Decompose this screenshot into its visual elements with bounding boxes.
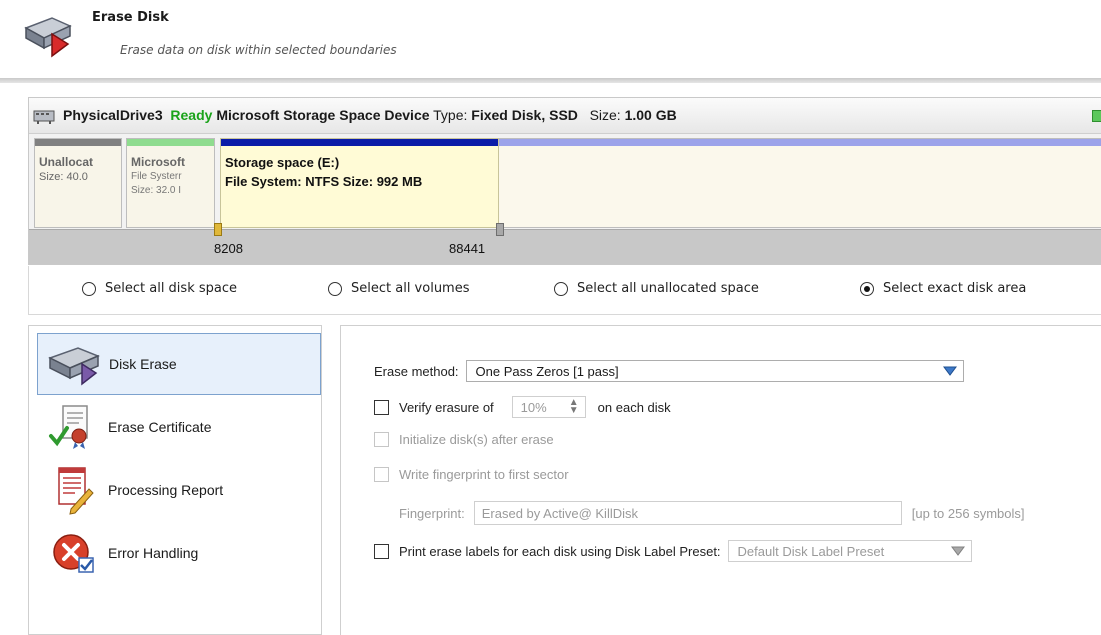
radio-select-exact-disk-area[interactable]: Select exact disk area [860, 281, 1026, 296]
initialize-disk-label: Initialize disk(s) after erase [399, 432, 554, 447]
partition-bar [221, 139, 498, 146]
disk-status-indicator [1092, 110, 1101, 122]
radio-select-all-unallocated-space[interactable]: Select all unallocated space [554, 281, 759, 296]
partition-bar [499, 139, 1101, 146]
partition-size: Size: 32.0 I [131, 185, 182, 196]
erase-method-select[interactable]: One Pass Zeros [1 pass] [465, 360, 964, 382]
verify-erasure-label: Verify erasure of [399, 399, 494, 415]
initialize-disk-row: Initialize disk(s) after erase [374, 432, 554, 447]
disk-info-line: PhysicalDrive3 Ready Microsoft Storage S… [63, 107, 677, 123]
nav-item-erase-certificate[interactable]: Erase Certificate [37, 396, 321, 458]
radio-label: Select all volumes [351, 281, 470, 296]
verify-suffix-label: on each disk [597, 399, 671, 415]
dialog-header: Erase Disk Erase data on disk within sel… [0, 0, 1101, 78]
radio-label: Select exact disk area [883, 281, 1027, 296]
disk-size-label: Size: [589, 107, 621, 123]
disk-map-panel: PhysicalDrive3 Ready Microsoft Storage S… [28, 97, 1101, 265]
write-fingerprint-checkbox[interactable] [374, 467, 389, 482]
end-sector-value: 88441 [449, 241, 486, 256]
verify-erasure-checkbox[interactable] [374, 399, 389, 415]
disk-erase-icon [48, 347, 100, 386]
disk-type-label: Type: [433, 107, 468, 123]
page-title: Erase Disk [92, 10, 169, 25]
nav-item-label: Disk Erase [109, 356, 177, 372]
print-labels-checkbox[interactable] [374, 543, 389, 559]
fingerprint-hint: [up to 256 symbols] [911, 505, 1025, 521]
start-sector-value: 8208 [214, 241, 243, 256]
radio-circle [554, 281, 568, 296]
nav-item-label: Erase Certificate [108, 419, 212, 435]
radio-circle [860, 281, 874, 296]
chevron-down-icon [937, 361, 963, 381]
partition-details: File System: NTFS Size: 992 MB [225, 174, 423, 189]
disk-info-bar: PhysicalDrive3 Ready Microsoft Storage S… [29, 98, 1101, 134]
partition-unallocated[interactable]: Unallocat Size: 40.0 [34, 138, 122, 228]
partition-bar [127, 139, 214, 146]
erase-options-panel: Erase method: One Pass Zeros [1 pass] Ve… [340, 325, 1101, 635]
nav-item-label: Processing Report [108, 482, 224, 498]
end-boundary-handle[interactable] [496, 223, 504, 236]
erase-method-value: One Pass Zeros [1 pass] [475, 363, 619, 379]
fingerprint-input[interactable]: Erased by Active@ KillDisk [473, 501, 902, 525]
radio-select-all-volumes[interactable]: Select all volumes [328, 281, 470, 296]
disk-size-value: 1.00 GB [624, 107, 677, 123]
fingerprint-label: Fingerprint: [399, 505, 465, 521]
disk-type-value: Fixed Disk, SSD [471, 107, 578, 123]
radio-circle [82, 281, 96, 296]
print-labels-row: Print erase labels for each disk using D… [374, 540, 972, 562]
settings-nav: Disk Erase Erase Certificate Processing … [28, 325, 322, 635]
erase-method-row: Erase method: One Pass Zeros [1 pass] [374, 360, 964, 382]
initialize-disk-checkbox[interactable] [374, 432, 389, 447]
radio-select-all-disk-space[interactable]: Select all disk space [82, 281, 237, 296]
partition-storage-space[interactable]: Storage space (E:) File System: NTFS Siz… [220, 138, 499, 228]
disk-label-preset-select[interactable]: Default Disk Label Preset [727, 540, 972, 562]
report-icon [58, 467, 94, 515]
fingerprint-value: Erased by Active@ KillDisk [481, 505, 638, 521]
verify-percent-spinner[interactable]: 10% ▲ ▼ [511, 396, 586, 418]
disk-area-ruler[interactable]: 8208 88441 [29, 223, 1101, 264]
print-labels-label: Print erase labels for each disk using D… [399, 543, 721, 559]
verify-erasure-row: Verify erasure of 10% ▲ ▼ on each disk [374, 396, 671, 418]
header-divider [0, 78, 1101, 83]
nav-item-error-handling[interactable]: Error Handling [37, 522, 321, 584]
write-fingerprint-label: Write fingerprint to first sector [399, 467, 569, 482]
chevron-down-icon [945, 541, 971, 561]
fingerprint-row: Fingerprint: Erased by Active@ KillDisk … [399, 501, 1024, 525]
nav-item-label: Error Handling [108, 545, 199, 561]
disk-status: Ready [170, 107, 213, 123]
physical-drive-icon [33, 110, 55, 124]
partition-unselected-region[interactable] [499, 138, 1101, 228]
partition-microsoft[interactable]: Microsoft File Systerr Size: 32.0 I [126, 138, 215, 228]
disk-name: PhysicalDrive3 [63, 107, 163, 123]
partition-name: Unallocat [39, 155, 94, 169]
radio-label: Select all unallocated space [577, 281, 759, 296]
page-subtitle: Erase data on disk within selected bound… [120, 43, 397, 57]
verify-percent-value: 10% [520, 399, 547, 415]
partition-size: Size: 40.0 [39, 171, 88, 183]
radio-label: Select all disk space [105, 281, 237, 296]
radio-circle [328, 281, 342, 296]
partition-name: Storage space (E:) [225, 155, 340, 170]
spinner-arrows-icon: ▲ ▼ [568, 397, 579, 416]
error-icon [53, 534, 94, 573]
nav-item-disk-erase[interactable]: Disk Erase [37, 333, 321, 395]
disk-erase-icon [24, 17, 72, 58]
disk-label-preset-value: Default Disk Label Preset [737, 543, 885, 559]
nav-item-processing-report[interactable]: Processing Report [37, 459, 321, 521]
start-boundary-handle[interactable] [214, 223, 222, 236]
write-fingerprint-row: Write fingerprint to first sector [374, 467, 569, 482]
selection-mode-group: Select all disk space Select all volumes… [28, 266, 1101, 315]
partition-filesystem: File Systerr [131, 171, 182, 182]
disk-device: Microsoft Storage Space Device [216, 107, 430, 123]
erase-method-label: Erase method: [374, 363, 459, 379]
partition-bar [35, 139, 121, 146]
partition-name: Microsoft [131, 155, 185, 169]
certificate-icon [49, 405, 88, 449]
